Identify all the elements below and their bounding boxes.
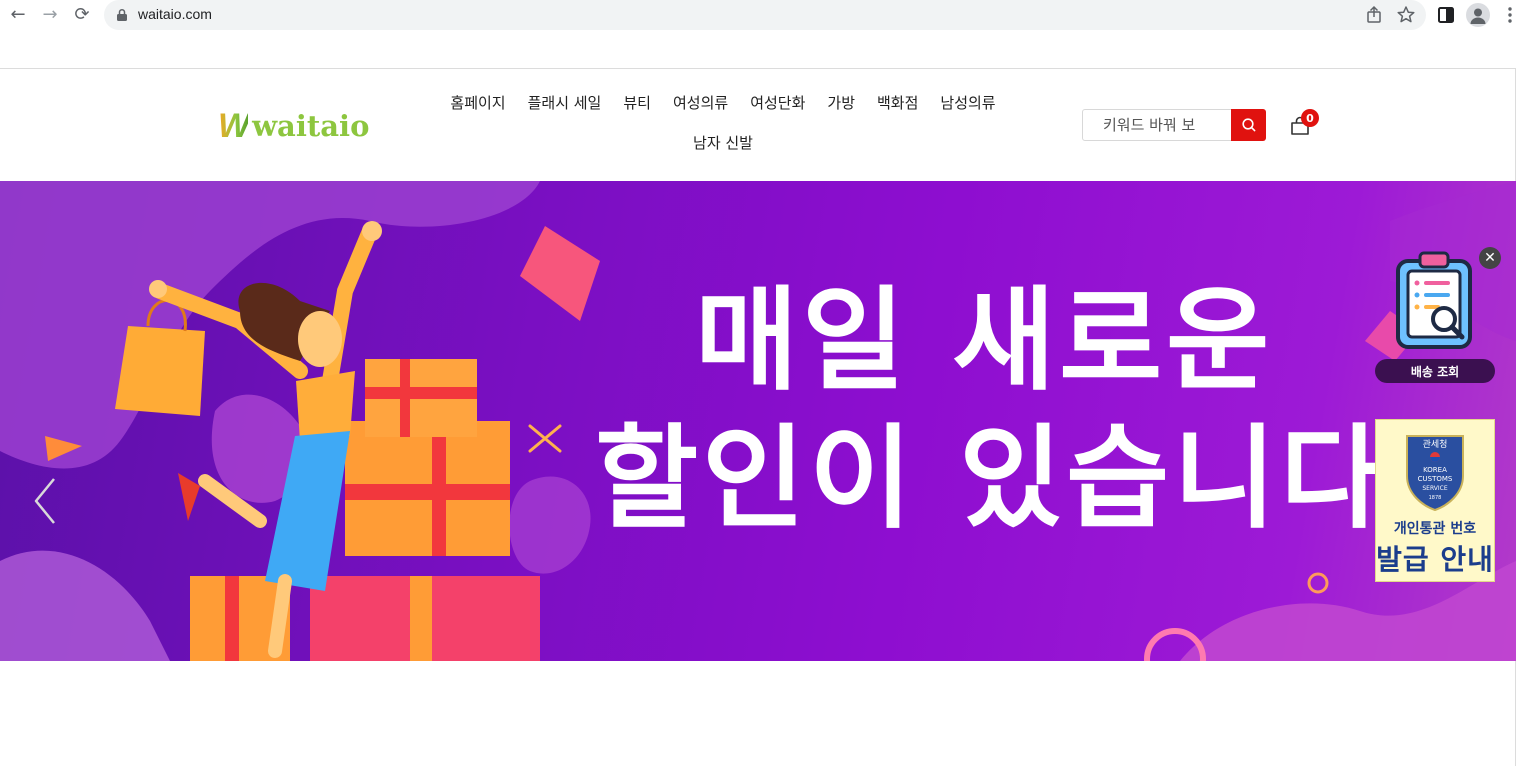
nav-item-womens-flats[interactable]: 여성단화 — [739, 92, 816, 114]
bookmark-star-icon[interactable] — [1394, 3, 1418, 27]
nav-item-flash-sale[interactable]: 플래시 세일 — [517, 92, 613, 114]
customs-seal-korea: KOREA — [1423, 466, 1447, 474]
nav-item-womens-clothing[interactable]: 여성의류 — [662, 92, 739, 114]
customs-line1: 개인통관 번호 — [1393, 521, 1477, 537]
main-nav: 홈페이지 플래시 세일 뷰티 여성의류 여성단화 가방 백화점 남성의류 남자 … — [408, 92, 1038, 154]
customs-seal-top-text: 관세청 — [1423, 439, 1448, 450]
reload-icon[interactable]: ⟳ — [70, 3, 94, 27]
customs-id-banner[interactable]: 관세청 KOREA CUSTOMS SERVICE 1878 개인통관 번호 발… — [1375, 419, 1495, 582]
search-button[interactable] — [1231, 109, 1266, 141]
search-box — [1082, 109, 1266, 141]
back-arrow-icon[interactable]: ← — [6, 3, 30, 27]
address-bar[interactable]: waitaio.com — [104, 0, 1426, 30]
banner-headline-line1: 매일 새로운 — [695, 276, 1274, 406]
share-icon[interactable] — [1362, 3, 1386, 27]
customs-seal-customs: CUSTOMS — [1418, 475, 1453, 483]
carousel-prev-arrow-icon[interactable] — [28, 473, 60, 529]
logo-mark: W — [218, 107, 250, 145]
browser-toolbar: ← → ⟳ waitaio.com — [0, 0, 1516, 30]
menu-kebab-icon[interactable] — [1498, 3, 1516, 27]
site-logo[interactable]: W waitaio — [218, 108, 369, 144]
page-top-divider — [0, 68, 1516, 69]
forward-arrow-icon[interactable]: → — [38, 3, 62, 27]
page-root: ← → ⟳ waitaio.com W waitaio 홈페이지 플래시 세일 … — [0, 0, 1516, 766]
address-url: waitaio.com — [138, 6, 212, 22]
logo-text: waitaio — [252, 109, 370, 143]
side-panel-icon[interactable] — [1434, 3, 1458, 27]
search-input[interactable] — [1083, 110, 1231, 140]
delivery-tracking-label[interactable]: 배송 조회 — [1375, 359, 1495, 383]
customs-shield-icon: 관세청 KOREA CUSTOMS SERVICE 1878 — [1406, 435, 1464, 512]
customs-line2: 발급 안내 — [1376, 543, 1494, 576]
customs-seal-year: 1878 — [1429, 495, 1442, 501]
lock-icon — [117, 8, 127, 21]
nav-item-bags[interactable]: 가방 — [816, 92, 866, 114]
nav-item-mens-clothing[interactable]: 남성의류 — [929, 92, 1006, 114]
profile-avatar-icon[interactable] — [1466, 3, 1490, 27]
cart-count-badge: 0 — [1301, 109, 1319, 127]
nav-item-home[interactable]: 홈페이지 — [439, 92, 516, 114]
nav-item-department-store[interactable]: 백화점 — [866, 92, 929, 114]
nav-item-beauty[interactable]: 뷰티 — [612, 92, 662, 114]
customs-seal-service: SERVICE — [1422, 485, 1448, 492]
close-icon[interactable]: ✕ — [1479, 247, 1501, 269]
hero-banner[interactable]: 매일 새로운 할인이 있습니다 — [0, 181, 1516, 661]
banner-headline-line2: 할인이 있습니다 — [595, 414, 1388, 544]
search-icon — [1241, 118, 1255, 132]
nav-item-mens-shoes[interactable]: 남자 신발 — [682, 132, 764, 154]
